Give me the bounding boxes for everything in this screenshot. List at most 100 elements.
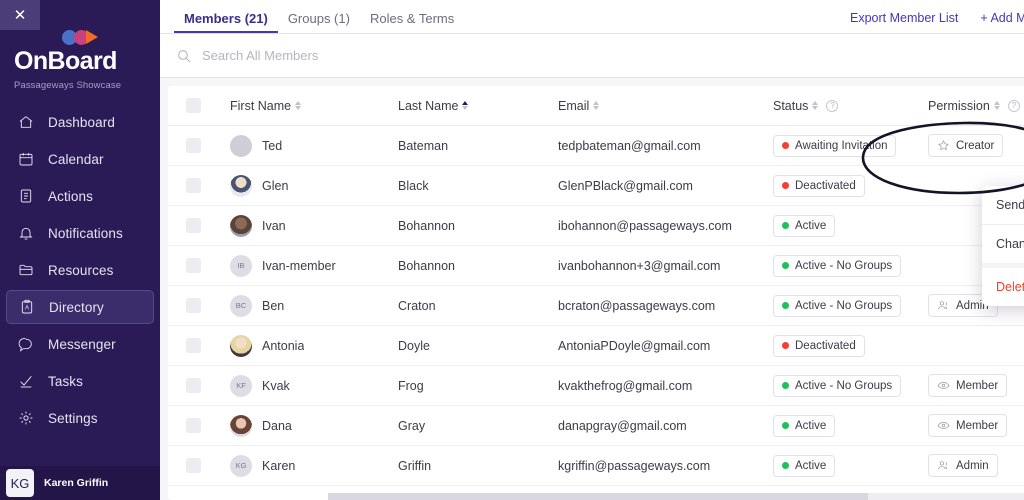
table-row[interactable]: KF Kvak Frog kvakthefrog@gmail.com Active - … [168,366,1024,406]
tab-groups[interactable]: Groups (1) [278,11,360,33]
row-checkbox[interactable] [185,338,201,353]
sidebar-label-dashboard: Dashboard [48,114,115,130]
cell-last-name: Frog [398,378,424,393]
sidebar-item-calendar[interactable]: Calendar [6,142,154,176]
row-checkbox[interactable] [185,298,201,313]
table-row[interactable]: Ted Bateman tedpbateman@gmail.com Awaiting … [168,126,1024,166]
column-header-status[interactable]: Status ? [773,99,928,113]
status-badge[interactable]: Active - No Groups [773,374,902,397]
row-checkbox[interactable] [185,458,201,473]
add-member-button[interactable]: + Add Member [980,11,1024,25]
cell-first-name: Ivan [218,214,398,237]
status-badge[interactable]: Deactivated [773,174,865,197]
sidebar-label-notifications: Notifications [48,225,123,241]
sort-icon-last-name[interactable] [462,101,469,110]
menu-item-send-invitation[interactable]: Send Invitation [982,186,1024,224]
sidebar-item-actions[interactable]: Actions [6,179,154,213]
sidebar-item-tasks[interactable]: Tasks [6,364,154,398]
search-input[interactable] [202,48,502,63]
row-checkbox[interactable] [185,138,201,153]
horizontal-scrollbar-thumb[interactable] [328,493,868,500]
row-checkbox[interactable] [185,378,201,393]
menu-item-change-permission[interactable]: Change Permission [982,225,1024,263]
status-badge[interactable]: Active - No Groups [773,254,902,277]
row-checkbox[interactable] [185,258,201,273]
status-badge[interactable]: Active [773,214,836,237]
sidebar-item-dashboard[interactable]: Dashboard [6,105,154,139]
bell-icon [16,223,36,243]
cell-status: Active - No Groups [773,254,928,277]
table-row[interactable]: Glen Black GlenPBlack@gmail.com Deactivated [168,166,1024,206]
cell-first-name: Antonia [218,334,398,357]
column-header-permission[interactable]: Permission ? [928,99,1024,113]
cell-last-name: Bohannon [398,258,456,273]
row-checkbox[interactable] [185,418,201,433]
help-icon-permission[interactable]: ? [1007,99,1020,112]
sidebar-item-messenger[interactable]: Messenger [6,327,154,361]
home-icon [16,112,36,132]
status-badge[interactable]: Deactivated [773,334,865,357]
column-header-email[interactable]: Email [558,99,773,113]
cell-status: Deactivated [773,334,928,357]
permission-badge[interactable]: Member [928,414,1008,437]
table-row[interactable]: Antonia Doyle AntoniaPDoyle@gmail.com Deact… [168,326,1024,366]
table-row[interactable]: KG Karen Griffin kgriffin@passageways.com Ac… [168,446,1024,486]
chat-icon [16,334,36,354]
sidebar-label-messenger: Messenger [48,336,116,352]
sidebar-nav: Dashboard Calendar Actions Notifications [0,105,160,435]
status-badge[interactable]: Awaiting Invitation [773,134,897,157]
sort-icon-status[interactable] [812,101,819,110]
table-row[interactable]: IB Ivan-member Bohannon ivanbohannon+3@gmai… [168,246,1024,286]
cell-last-name: Bohannon [398,218,456,233]
column-header-first-name[interactable]: First Name [218,99,398,113]
row-select-cell [168,458,218,473]
table-row[interactable]: BC Ben Craton bcraton@passageways.com Active… [168,286,1024,326]
select-all-checkbox[interactable] [185,98,201,113]
sidebar: ✕ OnBoard Passageways Showcase Dashboard [0,0,160,500]
menu-label-delete-member: Delete Member [996,280,1024,294]
row-checkbox[interactable] [185,178,201,193]
cell-permission: Creator [928,134,1024,157]
row-checkbox[interactable] [185,218,201,233]
cell-email: danapgray@gmail.com [558,418,687,433]
sidebar-user-profile[interactable]: KG Karen Griffin [0,466,160,500]
cell-email: GlenPBlack@gmail.com [558,178,693,193]
avatar: KF [230,374,252,397]
users-icon [937,299,950,312]
sidebar-item-notifications[interactable]: Notifications [6,216,154,250]
cell-last-name: Griffin [398,458,432,473]
table-area: First Name Last Name Email Status ? Perm… [160,78,1024,500]
first-name-text: Kvak [262,378,290,393]
cell-email: tedpbateman@gmail.com [558,138,701,153]
directory-icon: A [17,297,37,317]
tab-members[interactable]: Members (21) [174,11,278,33]
sort-icon-first-name[interactable] [295,101,302,110]
status-label: Active [795,419,827,432]
column-header-last-name[interactable]: Last Name [398,99,558,113]
sort-icon-email[interactable] [593,101,600,110]
sidebar-item-settings[interactable]: Settings [6,401,154,435]
row-select-cell [168,378,218,393]
close-icon[interactable]: ✕ [0,0,40,30]
permission-badge[interactable]: Admin [928,454,998,477]
cell-last-name: Doyle [398,338,430,353]
status-badge[interactable]: Active [773,414,836,437]
permission-badge[interactable]: Member [928,374,1008,397]
status-badge[interactable]: Active [773,454,836,477]
table-row[interactable]: Dana Gray danapgray@gmail.com Active Member [168,406,1024,446]
cell-status: Active [773,414,928,437]
tab-roles-terms[interactable]: Roles & Terms [360,11,464,33]
first-name-text: Antonia [262,338,305,353]
table-row[interactable]: Ivan Bohannon ibohannon@passageways.com Act… [168,206,1024,246]
permission-label: Member [956,379,999,392]
sidebar-item-resources[interactable]: Resources [6,253,154,287]
help-icon-status[interactable]: ? [826,99,839,112]
status-badge[interactable]: Active - No Groups [773,294,902,317]
permission-badge[interactable]: Creator [928,134,1004,157]
sort-icon-permission[interactable] [993,101,1000,110]
sidebar-item-directory[interactable]: A Directory [6,290,154,325]
eye-icon [937,379,950,392]
horizontal-scrollbar-track[interactable] [328,493,1024,500]
menu-item-delete-member[interactable]: Delete Member [982,268,1024,306]
export-member-list-button[interactable]: Export Member List [850,11,958,25]
